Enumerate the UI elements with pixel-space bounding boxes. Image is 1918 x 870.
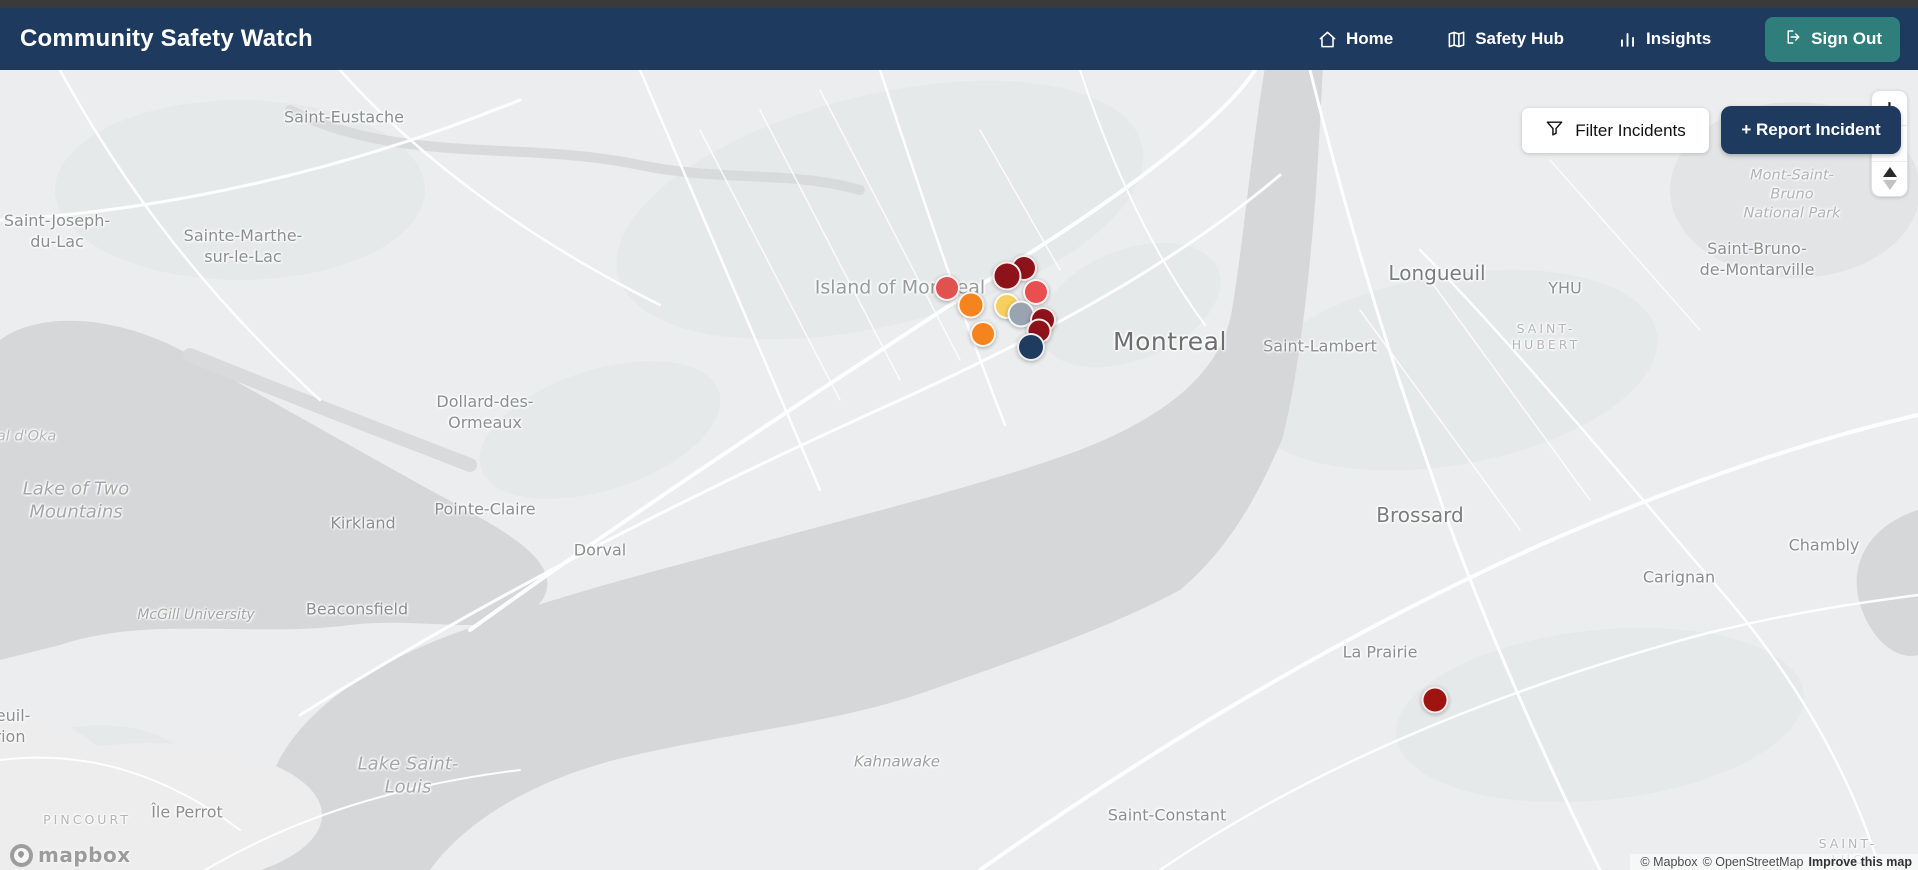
- map-terrain: [0, 70, 1918, 870]
- mapbox-logo-icon: [10, 843, 33, 867]
- nav-item-safety-hub[interactable]: Safety Hub: [1447, 29, 1564, 49]
- nav-label: Safety Hub: [1475, 29, 1564, 48]
- incident-marker[interactable]: [1017, 333, 1045, 361]
- mapbox-logo-word: mapbox: [38, 843, 131, 867]
- mapbox-logo[interactable]: mapbox: [10, 843, 131, 867]
- map-canvas[interactable]: [0, 70, 1918, 870]
- improve-this-map-link[interactable]: Improve this map: [1809, 855, 1913, 869]
- pitch-up-icon: [1882, 167, 1897, 178]
- app-title: Community Safety Watch: [20, 25, 313, 52]
- filter-incidents-button[interactable]: Filter Incidents: [1522, 108, 1709, 153]
- incident-marker[interactable]: [992, 261, 1022, 291]
- sign-out-button[interactable]: Sign Out: [1765, 16, 1900, 62]
- filter-label: Filter Incidents: [1575, 120, 1686, 140]
- app-header: Community Safety Watch Home Safety Hub I…: [0, 8, 1918, 70]
- nav-label: Insights: [1646, 29, 1712, 48]
- nav-label: Home: [1345, 29, 1394, 48]
- map-attribution: © Mapbox © OpenStreetMap Improve this ma…: [1630, 854, 1918, 870]
- bar-chart-icon: [1618, 30, 1637, 49]
- home-icon: [1318, 30, 1337, 49]
- incident-marker[interactable]: [957, 291, 985, 319]
- nav-item-home[interactable]: Home: [1318, 29, 1393, 49]
- incident-marker[interactable]: [1421, 686, 1449, 714]
- pitch-toggle-button[interactable]: [1872, 160, 1907, 196]
- sign-out-icon: [1783, 28, 1801, 51]
- map-icon: [1447, 30, 1466, 49]
- sign-out-label: Sign Out: [1811, 29, 1882, 48]
- top-strip: [0, 0, 1918, 8]
- report-incident-button[interactable]: + Report Incident: [1721, 106, 1901, 154]
- incident-marker[interactable]: [970, 321, 996, 347]
- incident-marker[interactable]: [934, 275, 960, 301]
- nav-item-insights[interactable]: Insights: [1618, 29, 1711, 49]
- main-nav: Home Safety Hub Insights Sign Out: [1318, 16, 1918, 62]
- pitch-down-icon: [1882, 180, 1897, 191]
- attribution-osm-link[interactable]: © OpenStreetMap: [1703, 855, 1804, 869]
- attribution-mapbox-link[interactable]: © Mapbox: [1640, 855, 1697, 869]
- filter-funnel-icon: [1545, 119, 1564, 143]
